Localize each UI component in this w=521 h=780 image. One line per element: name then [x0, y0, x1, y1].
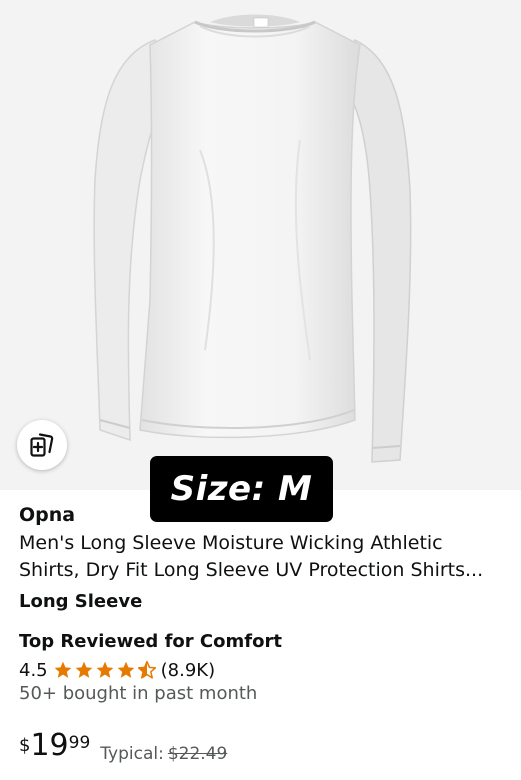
rating-row[interactable]: 4.5 (8.9K) [19, 657, 215, 683]
size-badge: Size: M [150, 456, 333, 522]
price-whole: 19 [30, 728, 69, 763]
price-currency: $ [19, 735, 31, 756]
bought-count: 50+ bought in past month [19, 683, 258, 704]
star-icon [75, 661, 92, 678]
rating-value: 4.5 [19, 659, 48, 681]
star-icon [96, 661, 113, 678]
product-title-line-2[interactable]: Shirts, Dry Fit Long Sleeve UV Protectio… [19, 557, 509, 584]
product-image[interactable] [0, 0, 521, 490]
typical-label: Typical: [100, 744, 164, 764]
typical-price: Typical: $22.49 [100, 744, 227, 764]
brand-name: Opna [19, 504, 76, 526]
variant-label: Long Sleeve [19, 591, 143, 612]
compare-button[interactable] [17, 420, 67, 470]
rating-count[interactable]: (8.9K) [161, 660, 215, 681]
price: $ 19 99 Typical: $22.49 [19, 728, 227, 765]
half-star-icon [137, 660, 156, 679]
typical-price-value: $22.49 [167, 744, 228, 764]
product-image-area[interactable] [0, 0, 521, 490]
price-fraction: 99 [68, 733, 91, 753]
star-rating[interactable] [53, 660, 157, 680]
star-icon [54, 661, 71, 678]
star-icon [117, 661, 134, 678]
product-title-line-1[interactable]: Men's Long Sleeve Moisture Wicking Athle… [19, 530, 509, 557]
top-reviewed-badge: Top Reviewed for Comfort [19, 631, 282, 652]
compare-icon [30, 433, 54, 457]
product-title[interactable]: Men's Long Sleeve Moisture Wicking Athle… [19, 530, 509, 584]
